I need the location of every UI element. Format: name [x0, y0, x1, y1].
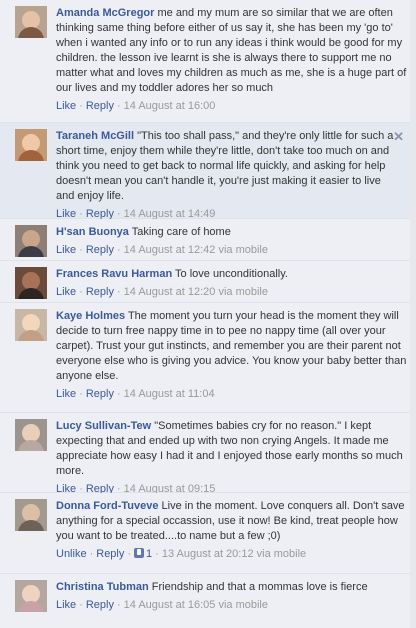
avatar[interactable] [15, 419, 47, 451]
via-mobile: via mobile [218, 244, 268, 256]
separator: · [127, 548, 132, 560]
timestamp[interactable]: 14 August at 16:05 [124, 599, 216, 611]
comment-thread: Amanda McGregor me and my mum are so sim… [0, 0, 416, 628]
separator: · [89, 548, 94, 560]
separator: · [116, 388, 121, 400]
avatar[interactable] [15, 499, 47, 531]
comment-text: me and my mum are so similar that we are… [56, 7, 407, 94]
comment-author[interactable]: Lucy Sullivan-Tew [56, 420, 151, 432]
comment-author[interactable]: Christina Tubman [56, 581, 149, 593]
like-link[interactable]: Like [56, 100, 76, 112]
like-link[interactable]: Like [56, 599, 76, 611]
separator: · [116, 100, 121, 112]
comment-item: Amanda McGregor me and my mum are so sim… [0, 0, 416, 123]
reply-link[interactable]: Reply [86, 599, 114, 611]
comment-author[interactable]: Kaye Holmes [56, 310, 125, 322]
comment-meta: Like · Reply · 14 August at 16:00 [56, 99, 408, 113]
comment-meta: Like · Reply · 14 August at 12:42 via mobile [56, 243, 408, 257]
separator: · [79, 599, 83, 611]
reply-link[interactable]: Reply [86, 100, 114, 112]
via-mobile: via mobile [256, 548, 307, 560]
separator: · [116, 286, 121, 298]
comment-item: Christina Tubman Friendship and that a m… [0, 574, 416, 628]
avatar[interactable] [15, 225, 47, 257]
comment-item: Kaye Holmes The moment you turn your hea… [0, 303, 416, 413]
thumbs-up-icon[interactable] [134, 548, 145, 558]
comment-author[interactable]: H'san Buonya [56, 226, 129, 238]
like-link[interactable]: Like [56, 388, 76, 400]
timestamp[interactable]: 14 August at 16:00 [124, 100, 216, 112]
unlike-link[interactable]: Unlike [56, 548, 87, 560]
scrollbar[interactable] [410, 0, 416, 628]
comment-meta: Like · Reply · 14 August at 12:20 via mobile [56, 285, 408, 299]
comment-text: To love unconditionally. [172, 268, 288, 280]
reply-link[interactable]: Reply [86, 286, 114, 298]
comment-meta: Unlike · Reply · 1 · 13 August at 20:12 via mo… [56, 547, 408, 561]
like-link[interactable]: Like [56, 286, 76, 298]
comment-meta: Like · Reply · 14 August at 11:04 [56, 387, 408, 401]
avatar[interactable] [15, 129, 47, 161]
avatar[interactable] [15, 6, 47, 38]
reply-link[interactable]: Reply [86, 388, 114, 400]
comment-author[interactable]: Amanda McGregor [56, 7, 154, 19]
comment-author[interactable]: Taraneh McGill [56, 130, 134, 142]
like-link[interactable]: Like [56, 244, 76, 256]
comment-item: ✕ Taraneh McGill "This too shall pass," … [0, 123, 416, 220]
separator: · [79, 244, 83, 256]
avatar[interactable] [15, 309, 47, 341]
separator: · [79, 286, 83, 298]
like-count[interactable]: 1 [146, 548, 152, 560]
comment-text: Friendship and that a mommas love is fie… [148, 581, 368, 593]
comment-text: Taking care of home [128, 226, 231, 238]
reply-link[interactable]: Reply [86, 244, 114, 256]
comment-item: H'san Buonya Taking care of home Like · Re… [0, 219, 416, 261]
comment-item: Lucy Sullivan-Tew "Sometimes babies cry … [0, 413, 416, 495]
separator: · [79, 100, 83, 112]
comment-author[interactable]: Frances Ravu Harman [56, 268, 172, 280]
comment-author[interactable]: Donna Ford-Tuveve [56, 500, 158, 512]
avatar[interactable] [15, 267, 47, 299]
via-mobile: via mobile [218, 286, 268, 298]
separator: · [116, 244, 121, 256]
timestamp[interactable]: 14 August at 12:42 [124, 244, 216, 256]
timestamp[interactable]: 14 August at 11:04 [124, 388, 215, 400]
comment-item: Frances Ravu Harman To love unconditiona… [0, 261, 416, 303]
separator: · [116, 599, 121, 611]
separator: · [79, 388, 83, 400]
separator: · [155, 548, 159, 560]
avatar[interactable] [15, 580, 47, 612]
timestamp[interactable]: 13 August at 20:12 [162, 548, 254, 560]
comment-meta: Like · Reply · 14 August at 16:05 via mobile [56, 598, 408, 612]
via-mobile: via mobile [218, 599, 268, 611]
reply-link[interactable]: Reply [96, 548, 124, 560]
comment-item: Donna Ford-Tuveve Live in the moment. Lo… [0, 493, 416, 574]
timestamp[interactable]: 14 August at 12:20 [124, 286, 216, 298]
close-icon[interactable]: ✕ [393, 129, 404, 145]
